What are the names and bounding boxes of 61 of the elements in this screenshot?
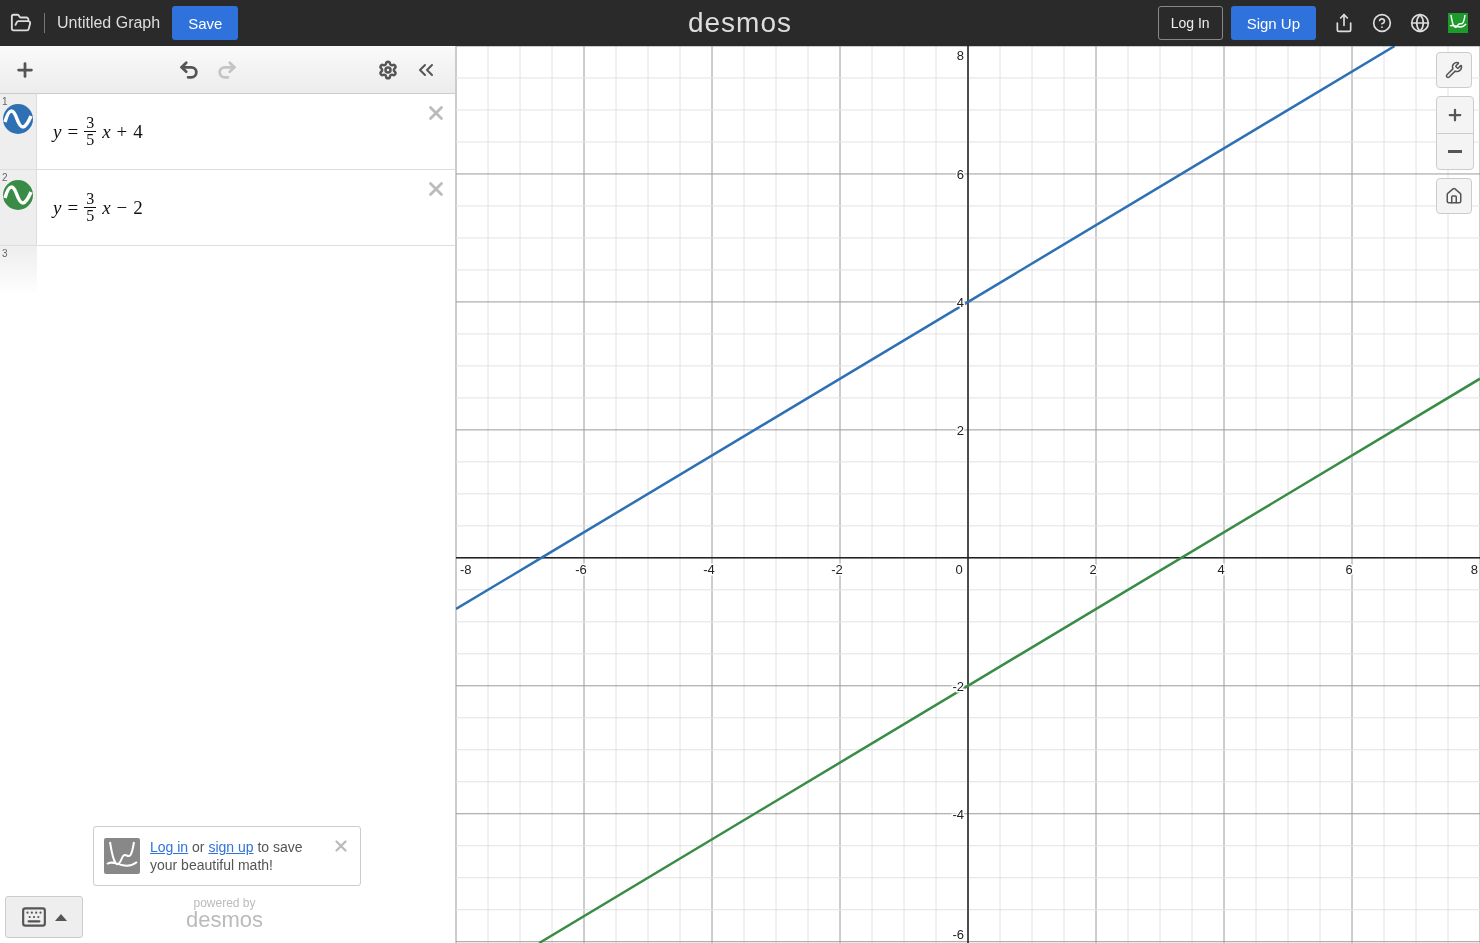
globe-icon[interactable] (1410, 13, 1430, 33)
row-number: 2 (2, 172, 8, 183)
fraction: 3 5 (84, 115, 97, 148)
math-operator: + (116, 120, 128, 143)
keyboard-icon (21, 904, 47, 930)
axis-tick-label: 2 (956, 422, 964, 438)
axis-tick-label: -4 (952, 806, 964, 822)
axis-tick-label: 6 (956, 166, 964, 182)
powered-by-label: powered by (193, 896, 256, 910)
axis-tick-label: 4 (956, 294, 964, 310)
math-operator: = (67, 196, 79, 219)
graph-title: Untitled Graph (44, 13, 161, 33)
axis-tick-label: -2 (831, 561, 843, 577)
math-operator: − (116, 196, 128, 219)
math-operator: = (67, 120, 79, 143)
share-icon[interactable] (1334, 13, 1354, 33)
row-number: 3 (2, 248, 8, 259)
axis-tick-label: -4 (703, 561, 715, 577)
graph-style-icon[interactable] (3, 104, 33, 134)
undo-icon[interactable] (178, 58, 200, 81)
keyboard-button[interactable] (5, 896, 83, 938)
signup-button[interactable]: Sign Up (1230, 6, 1316, 40)
settings-wrench-button[interactable] (1436, 52, 1472, 88)
logo: desmos (688, 7, 792, 39)
signup-link[interactable]: sign up (208, 839, 254, 855)
math-variable: x (102, 196, 111, 219)
axis-tick-label: -6 (952, 927, 964, 942)
help-icon[interactable] (1372, 13, 1392, 33)
folder-icon[interactable] (10, 12, 32, 34)
wrench-icon (1445, 61, 1463, 79)
graph-logo-icon (104, 838, 140, 874)
plus-icon (1446, 106, 1464, 124)
axis-tick-label: 8 (1470, 561, 1478, 577)
home-button[interactable] (1436, 178, 1472, 214)
notice-text: Log in or sign up to save your beautiful math! (150, 838, 304, 874)
axis-tick-label: 0 (955, 561, 963, 577)
axis-tick-label: 4 (1217, 561, 1225, 577)
save-button[interactable]: Save (172, 6, 239, 40)
axis-tick-label: -6 (575, 561, 587, 577)
graph-style-icon[interactable] (3, 180, 33, 210)
math-constant: 4 (133, 120, 143, 143)
math-variable: x (102, 120, 111, 143)
minus-icon (1448, 150, 1462, 153)
math-constant: 2 (133, 196, 143, 219)
caret-icon (55, 913, 67, 921)
math-variable: y (53, 196, 62, 219)
login-link[interactable]: Log in (150, 839, 189, 855)
powered-by-logo: desmos (186, 910, 264, 930)
axis-tick-label: -8 (460, 561, 472, 577)
home-icon (1445, 187, 1463, 205)
expression-row[interactable]: 3 (0, 246, 455, 296)
fraction: 3 5 (84, 191, 97, 224)
axis-tick-label: -2 (952, 678, 964, 694)
axis-tick-label: 2 (1089, 561, 1097, 577)
math-variable: y (53, 120, 62, 143)
login-button[interactable]: Log In (1157, 6, 1223, 40)
axis-tick-label: 6 (1345, 561, 1353, 577)
graph-app-icon[interactable] (1448, 13, 1468, 33)
row-number: 1 (2, 96, 8, 107)
settings-icon[interactable] (378, 59, 398, 80)
axis-tick-label: 8 (956, 48, 964, 63)
